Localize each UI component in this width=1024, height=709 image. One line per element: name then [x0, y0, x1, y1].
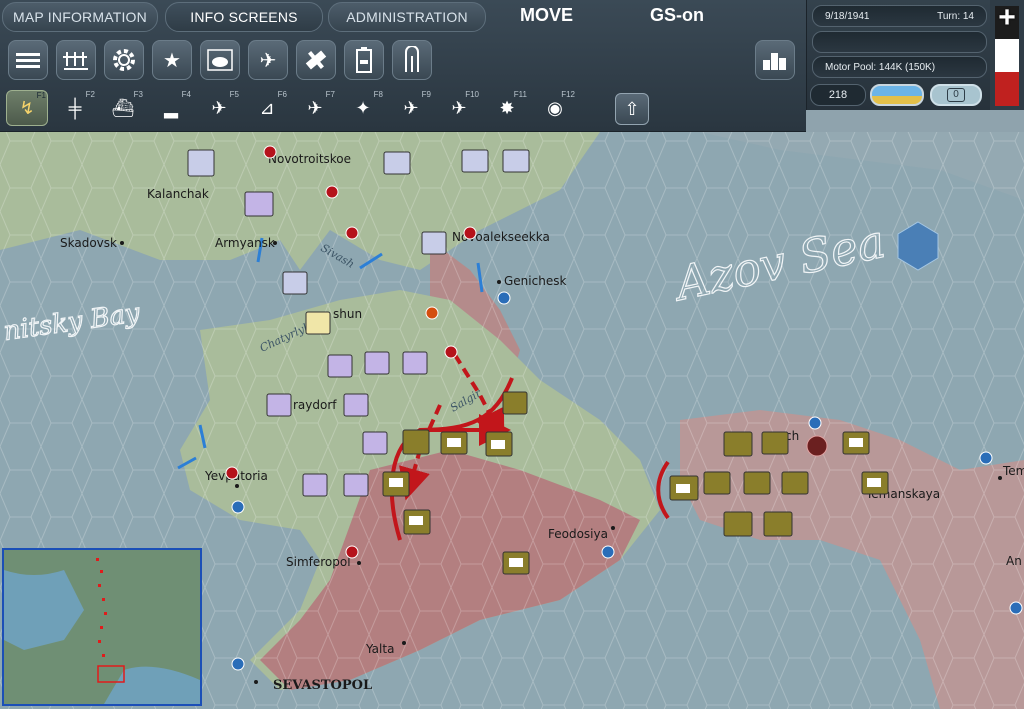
- plane-circle-icon: ◉: [547, 97, 563, 118]
- gs-toggle[interactable]: GS-on: [650, 5, 704, 26]
- f12-air-mission-mode[interactable]: ◉ F12: [534, 90, 576, 126]
- date-turn-box: 9/18/1941 Turn: 14: [812, 5, 987, 27]
- tab-map-information[interactable]: MAP INFORMATION: [2, 2, 158, 32]
- minimap[interactable]: [2, 548, 202, 706]
- city-label-sevastopol: SEVASTOPOL: [273, 678, 372, 693]
- minimap-canvas[interactable]: [4, 550, 200, 704]
- axis-hq-counter: [282, 271, 308, 295]
- soviet-unit-counter: [402, 429, 430, 455]
- attack-plane-icon: ✈: [307, 97, 323, 118]
- nation-flag-panel: +: [990, 0, 1024, 110]
- paradrop-icon: ✈: [403, 97, 419, 118]
- bomb-icon: ✦: [355, 97, 371, 118]
- axis-unit-counter: [364, 351, 390, 375]
- soviet-unit-counter: [502, 391, 528, 415]
- weather-indicator[interactable]: [870, 84, 924, 106]
- transport-ship-icon: ▂: [164, 97, 178, 118]
- mode-label[interactable]: MOVE: [520, 5, 573, 26]
- town-label: Skadovsk: [60, 236, 117, 250]
- satellite-icon[interactable]: [296, 40, 336, 80]
- f6-artillery-mode[interactable]: ⊿ F6: [246, 90, 288, 126]
- tab-strip: MAP INFORMATION INFO SCREENS ADMINISTRAT…: [0, 0, 806, 34]
- town-label: raydorf: [293, 398, 337, 412]
- f9-airdrop-mode[interactable]: ✈ F9: [390, 90, 432, 126]
- air-ops-icon[interactable]: ✈: [248, 40, 288, 80]
- soviet-unit-counter: [723, 511, 753, 537]
- axis-unit-counter: [343, 393, 369, 417]
- transfer-plane-icon: ✈: [451, 97, 467, 118]
- town-label: Simferopol: [286, 555, 351, 569]
- move-arrow-icon: ↯: [19, 97, 35, 118]
- explosion-icon: ✸: [499, 97, 515, 118]
- axis-unit-counter: [402, 351, 428, 375]
- soviet-hq-counter: [743, 471, 771, 495]
- tab-administration[interactable]: ADMINISTRATION: [328, 2, 486, 32]
- town-label: shun: [333, 307, 362, 321]
- supply-value[interactable]: 218: [810, 84, 866, 106]
- axis-unit-counter: [266, 393, 292, 417]
- f8-bombing-mode[interactable]: ✦ F8: [342, 90, 384, 126]
- town-label: Feodosiya: [548, 527, 608, 541]
- f2-rail-mode[interactable]: ╪ F2: [54, 90, 96, 126]
- town-label: Tem: [1002, 464, 1024, 478]
- weather-map-icon[interactable]: [200, 40, 240, 80]
- town-label: Yalta: [365, 642, 394, 656]
- f3-naval-mode[interactable]: ⛴ F3: [102, 90, 144, 126]
- f1-move-mode[interactable]: ↯ F1: [6, 90, 48, 126]
- up-arrow-icon: ⇧: [624, 98, 640, 119]
- statistics-icon[interactable]: [755, 40, 795, 80]
- town-label: An: [1006, 554, 1022, 568]
- factory-icon: [806, 435, 828, 457]
- soviet-unit-counter: [781, 471, 809, 495]
- soviet-unit-counter: [763, 511, 793, 537]
- axis-unit-counter: [187, 149, 215, 177]
- soviet-unit-counter: [723, 431, 753, 457]
- status-row: 218 0: [806, 82, 990, 110]
- settings-gear-icon[interactable]: [104, 40, 144, 80]
- f7-air-attack-mode[interactable]: ✈ F7: [294, 90, 336, 126]
- axis-unit-counter: [343, 473, 369, 497]
- soviet-unit-counter: [761, 431, 789, 455]
- unit-list-icon[interactable]: [8, 40, 48, 80]
- axis-unit-counter: [302, 473, 328, 497]
- town-label: Novotroitskoe: [268, 152, 351, 166]
- battery-icon[interactable]: [344, 40, 384, 80]
- artillery-icon: ⊿: [259, 97, 275, 118]
- f11-explosion-mode[interactable]: ✸ F11: [486, 90, 528, 126]
- f5-air-recon-mode[interactable]: ✈ F5: [198, 90, 240, 126]
- recon-plane-icon: ✈: [211, 97, 227, 118]
- counter-value: 0: [947, 88, 965, 102]
- motor-pool-box: Motor Pool: 144K (150K): [812, 56, 987, 78]
- motor-pool-text: Motor Pool: 144K (150K): [825, 61, 936, 73]
- iron-cross-icon: +: [998, 1, 1016, 34]
- f10-air-transfer-mode[interactable]: ✈ F10: [438, 90, 480, 126]
- axis-hq-counter: [461, 149, 489, 173]
- soviet-hq-counter: [703, 471, 731, 495]
- top-toolbar: MAP INFORMATION INFO SCREENS ADMINISTRAT…: [0, 0, 806, 132]
- ship-icon: ⛴: [111, 97, 135, 118]
- scroll-up-button[interactable]: ⇧: [615, 93, 649, 125]
- rail-icon[interactable]: [392, 40, 432, 80]
- axis-unit-counter: [244, 191, 274, 217]
- axis-unit-counter: [327, 354, 353, 378]
- counter-box[interactable]: 0: [930, 84, 982, 106]
- town-label: Armyansk: [215, 236, 275, 250]
- turn-text: Turn: 14: [937, 10, 974, 22]
- empty-info-box: [812, 31, 987, 53]
- town-label: Genichesk: [504, 274, 566, 288]
- axis-unit-counter: [383, 151, 411, 175]
- axis-unit-counter: [502, 149, 530, 173]
- axis-unit-counter: [305, 311, 331, 335]
- star-icon[interactable]: ★: [152, 40, 192, 80]
- production-icon[interactable]: [56, 40, 96, 80]
- f4-naval-transport-mode[interactable]: ▂ F4: [150, 90, 192, 126]
- date-text: 9/18/1941: [825, 10, 870, 22]
- tab-info-screens[interactable]: INFO SCREENS: [165, 2, 323, 32]
- axis-unit-counter: [421, 231, 447, 255]
- rail-track-icon: ╪: [68, 97, 82, 118]
- town-label: Kalanchak: [147, 187, 209, 201]
- axis-unit-counter: [362, 431, 388, 455]
